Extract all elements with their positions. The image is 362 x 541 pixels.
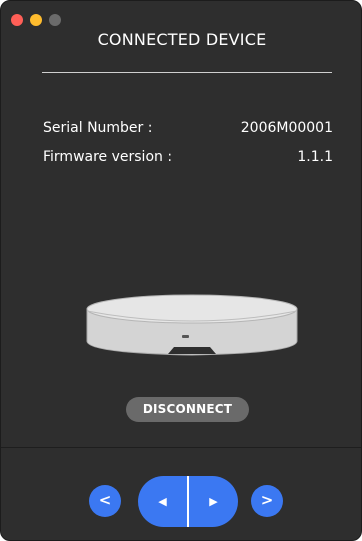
next-button[interactable]: > [251,485,283,517]
title-divider [42,72,332,73]
close-window-button[interactable] [11,14,23,26]
rotate-left-button[interactable]: ◀ [138,476,187,527]
minimize-window-button[interactable] [30,14,42,26]
zoom-window-button[interactable] [49,14,61,26]
serial-number-label: Serial Number : [43,120,153,136]
disconnect-button[interactable]: DISCONNECT [126,397,249,422]
window-controls [11,14,61,26]
rotate-control: ◀ ▶ [138,476,238,527]
firmware-version-label: Firmware version : [43,149,173,165]
serial-number-value: 2006M00001 [240,120,333,136]
footer-divider [1,447,361,448]
turntable-device-icon [86,294,298,356]
app-window: CONNECTED DEVICE Serial Number : 2006M00… [0,0,362,541]
firmware-version-row: Firmware version : 1.1.1 [43,149,333,165]
page-title: CONNECTED DEVICE [97,30,267,49]
rotate-right-button[interactable]: ▶ [189,476,238,527]
serial-number-row: Serial Number : 2006M00001 [43,120,333,136]
firmware-version-value: 1.1.1 [297,149,333,165]
previous-button[interactable]: < [89,485,121,517]
